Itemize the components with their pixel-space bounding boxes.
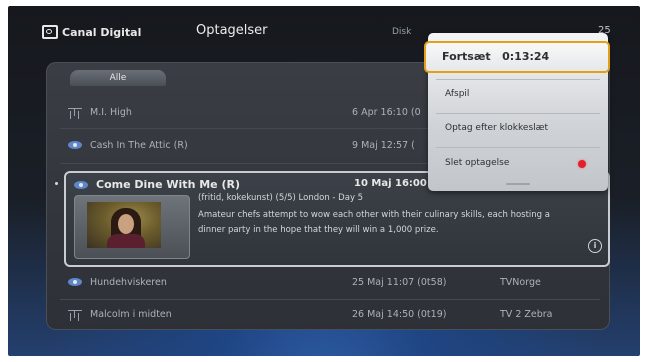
recording-title: M.I. High <box>90 107 132 118</box>
tab-all[interactable]: Alle <box>70 70 166 86</box>
recording-title: Malcolm i midten <box>90 309 172 320</box>
canal-digital-logo: Canal Digital <box>42 25 141 39</box>
menu-item-label: Slet optagelse <box>445 158 510 168</box>
menu-item-delete-recording[interactable]: Slet optagelse <box>428 149 608 179</box>
canal-digital-logo-icon <box>42 25 58 39</box>
recording-thumbnail-frame <box>74 195 190 259</box>
list-item[interactable]: Hundehviskeren 25 Maj 11:07 (0t58) TVNor… <box>60 268 600 298</box>
recording-date: 9 Maj 12:57 ( <box>352 140 415 151</box>
menu-item-label: Optag efter klokkeslæt <box>445 123 549 133</box>
menu-item-label: Afspil <box>445 89 470 99</box>
menu-item-resume[interactable]: Fortsæt 0:13:24 <box>424 41 610 73</box>
recording-description: Amateur chefs attempt to wow each other … <box>198 210 550 235</box>
selection-marker <box>55 182 58 185</box>
recording-channel: TVNorge <box>500 277 541 288</box>
menu-scroll-indicator <box>506 183 530 185</box>
recording-date: 10 Maj 16:00 <box>354 178 427 189</box>
record-icon <box>578 160 586 168</box>
antenna-icon <box>68 310 82 318</box>
disk-label: Disk <box>392 27 412 37</box>
menu-item-record-by-time[interactable]: Optag efter klokkeslæt <box>428 114 608 144</box>
info-icon[interactable]: i <box>588 239 602 253</box>
menu-item-label: Fortsæt 0:13:24 <box>442 50 550 63</box>
context-menu: Fortsæt 0:13:24 Afspil Optag efter klokk… <box>424 33 610 191</box>
eye-icon <box>68 278 82 286</box>
logo-text: Canal Digital <box>62 25 142 39</box>
recording-date: 6 Apr 16:10 (0 <box>352 107 421 118</box>
tv-screen: Canal Digital Optagelser Disk 25 Alle M.… <box>8 6 640 356</box>
recording-thumbnail <box>87 202 161 248</box>
eye-icon <box>74 181 88 189</box>
recording-channel: TV 2 Zebra <box>500 309 553 320</box>
recording-title: Come Dine With Me (R) <box>96 178 240 191</box>
recording-meta: (fritid, kokekunst) (5/5) London - Day 5 <box>198 193 364 203</box>
eye-icon <box>68 141 82 149</box>
antenna-icon <box>68 108 82 116</box>
list-item[interactable]: Malcolm i midten 26 Maj 14:50 (0t19) TV … <box>60 300 600 330</box>
menu-item-play[interactable]: Afspil <box>428 80 608 110</box>
recording-title: Hundehviskeren <box>90 277 167 288</box>
recording-date: 25 Maj 11:07 (0t58) <box>352 277 447 288</box>
recording-title: Cash In The Attic (R) <box>90 140 188 151</box>
page-title: Optagelser <box>196 23 268 38</box>
menu-divider <box>436 147 600 148</box>
recording-date: 26 Maj 14:50 (0t19) <box>352 309 447 320</box>
